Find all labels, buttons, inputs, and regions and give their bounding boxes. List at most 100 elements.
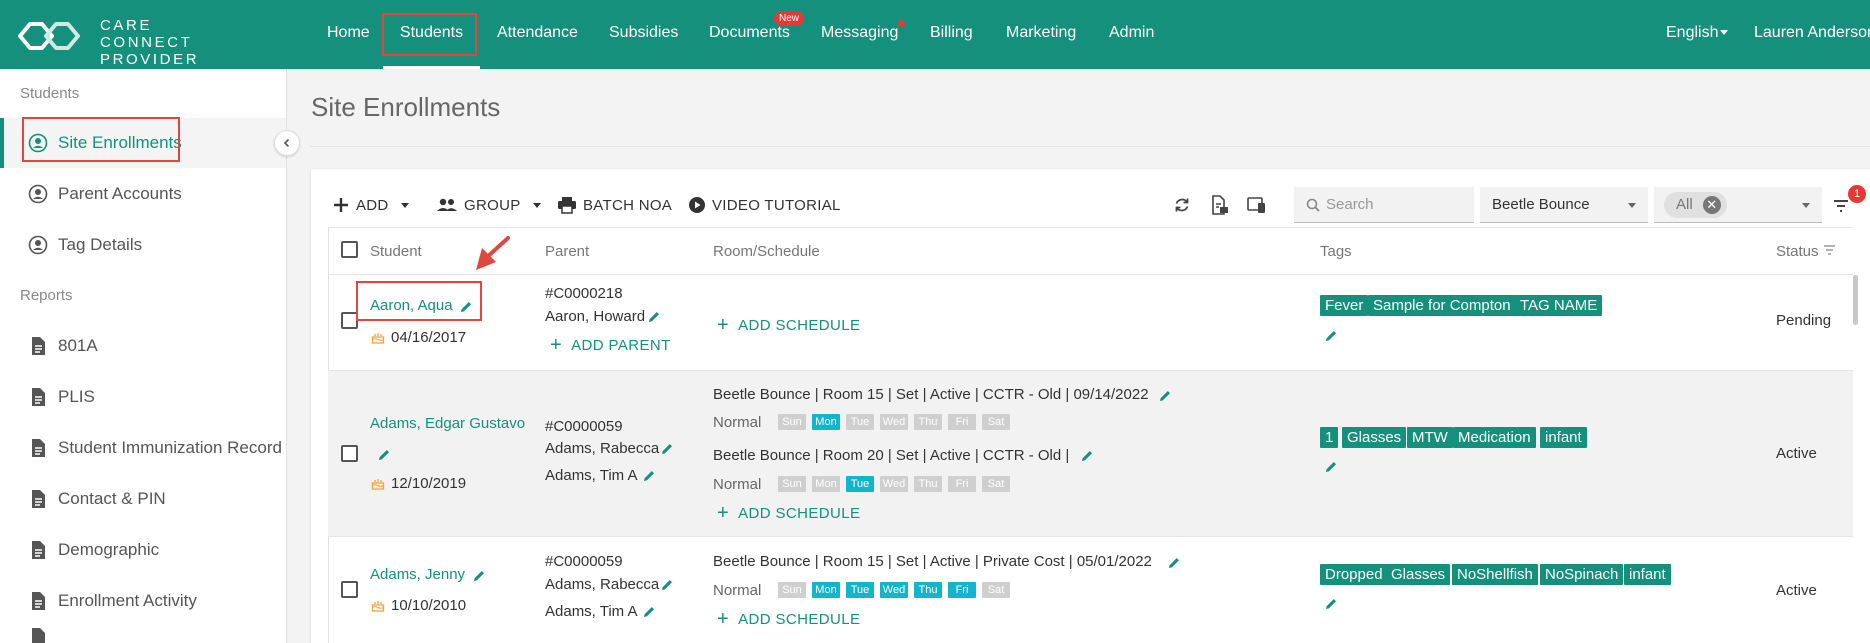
add-button[interactable]: ADD (332, 193, 409, 217)
nav-marketing[interactable]: Marketing (1006, 0, 1076, 69)
edit-pencil-icon[interactable] (459, 300, 473, 314)
edit-tags-pencil-icon[interactable] (1324, 460, 1338, 474)
search-field[interactable] (1294, 187, 1474, 223)
column-header-parent[interactable]: Parent (545, 243, 589, 260)
care-connect-logo[interactable]: CARE CONNECT PROVIDER (16, 14, 282, 68)
logo-mark-icon (18, 22, 80, 50)
student-dob: 04/16/2017 (391, 329, 467, 346)
add-schedule-button[interactable]: + ADD SCHEDULE (717, 609, 860, 629)
sidebar: Students Site Enrollments Parent Account… (0, 69, 287, 643)
sidebar-item-next[interactable] (0, 627, 286, 643)
weekday-chips: Sun Mon Tue Wed Thu Fri Sat (778, 476, 1016, 492)
user-menu[interactable]: Lauren Anderson (1754, 0, 1870, 69)
export-document-icon[interactable] (1209, 195, 1229, 215)
nav-subsidies[interactable]: Subsidies (609, 0, 678, 69)
sidebar-item-enrollment-activity[interactable]: Enrollment Activity (0, 576, 286, 626)
add-parent-button[interactable]: + ADD PARENT (550, 335, 671, 355)
edit-pencil-icon[interactable] (642, 469, 656, 483)
row-checkbox[interactable] (341, 581, 358, 598)
filter-list-icon[interactable] (1832, 197, 1850, 215)
edit-pencil-icon[interactable] (660, 578, 674, 592)
title-divider (310, 146, 1870, 147)
edit-pencil-icon[interactable] (642, 605, 656, 619)
edit-tags-pencil-icon[interactable] (1324, 329, 1338, 343)
student-name-link[interactable]: Aaron, Aqua (370, 297, 453, 314)
status-text: Pending (1776, 312, 1832, 329)
nav-home[interactable]: Home (327, 0, 370, 69)
student-name-link[interactable]: Adams, Edgar Gustavo (370, 415, 525, 432)
sidebar-item-parent-accounts[interactable]: Parent Accounts (0, 169, 286, 219)
nav-attendance[interactable]: Attendance (497, 0, 578, 69)
person-circle-icon (28, 133, 48, 153)
edit-tags-pencil-icon[interactable] (1324, 597, 1338, 611)
column-header-tags[interactable]: Tags (1320, 243, 1352, 260)
add-schedule-button[interactable]: + ADD SCHEDULE (717, 315, 861, 335)
tag-chip: 1 (1320, 427, 1339, 448)
parent-name: Adams, Tim A (545, 467, 638, 484)
nav-billing[interactable]: Billing (930, 0, 973, 69)
column-header-status[interactable]: Status (1776, 243, 1819, 260)
sidebar-item-tag-details[interactable]: Tag Details (0, 220, 286, 270)
tag-chip: Sample for Compton (1368, 295, 1516, 316)
edit-pencil-icon[interactable] (377, 448, 391, 462)
sidebar-item-label: Parent Accounts (58, 184, 182, 203)
edit-pencil-icon[interactable] (647, 310, 661, 324)
sidebar-item-demographic[interactable]: Demographic (0, 525, 286, 575)
site-select[interactable]: Beetle Bounce (1480, 187, 1648, 223)
status-filter-select[interactable]: All ✕ (1654, 187, 1822, 223)
add-schedule-button[interactable]: + ADD SCHEDULE (717, 503, 861, 523)
document-icon (32, 388, 45, 406)
parent-name: Adams, Rabecca (545, 440, 660, 457)
tag-chip: Glasses (1342, 427, 1407, 448)
chevron-left-icon (283, 138, 290, 148)
row-checkbox[interactable] (341, 312, 358, 329)
birthday-cake-icon (371, 479, 385, 490)
add-schedule-label: ADD SCHEDULE (738, 505, 861, 522)
clear-chip-icon[interactable]: ✕ (1702, 195, 1721, 214)
collapse-sidebar-button[interactable] (274, 130, 300, 156)
day-chip-thu: Thu (914, 582, 942, 598)
sidebar-item-site-enrollments[interactable]: Site Enrollments (0, 118, 286, 168)
edit-pencil-icon[interactable] (472, 569, 486, 583)
search-input[interactable] (1326, 196, 1466, 213)
column-header-student[interactable]: Student (370, 243, 422, 260)
student-name-link[interactable]: Adams, Jenny (370, 566, 465, 583)
column-filter-icon[interactable] (1823, 243, 1836, 256)
edit-pencil-icon[interactable] (1080, 449, 1094, 463)
add-schedule-label: ADD SCHEDULE (738, 317, 861, 334)
day-chip-wed: Wed (880, 476, 908, 492)
tag-chip: MTW (1407, 427, 1453, 448)
edit-pencil-icon[interactable] (660, 442, 674, 456)
language-select[interactable]: English (1666, 0, 1718, 69)
nav-messaging[interactable]: Messaging (821, 0, 898, 69)
nav-students[interactable]: Students (383, 0, 480, 69)
nav-documents[interactable]: Documents (709, 0, 790, 69)
nav-admin[interactable]: Admin (1109, 0, 1154, 69)
logo-text-line2: CONNECT PROVIDER (100, 34, 200, 68)
schedule-mode: Normal (713, 582, 762, 599)
sidebar-item-label: Enrollment Activity (58, 591, 197, 610)
row-checkbox[interactable] (341, 445, 358, 462)
birthday-cake-icon (371, 601, 385, 612)
video-tutorial-button[interactable]: VIDEO TUTORIAL (688, 193, 841, 217)
sidebar-item-801a[interactable]: 801A (0, 321, 286, 371)
caret-down-icon (1720, 30, 1728, 35)
parent-name: Aaron, Howard (545, 308, 646, 325)
day-chip-tue: Tue (846, 582, 874, 598)
sidebar-item-student-immunization-record[interactable]: Student Immunization Record (0, 423, 286, 473)
refresh-icon[interactable] (1172, 195, 1192, 215)
batch-noa-button[interactable]: BATCH NOA (557, 193, 672, 217)
edit-pencil-icon[interactable] (1158, 389, 1172, 403)
row-rule (328, 370, 1853, 371)
group-button[interactable]: GROUP (436, 193, 541, 217)
sidebar-item-plis[interactable]: PLIS (0, 372, 286, 422)
table-scrollbar[interactable] (1853, 275, 1858, 325)
document-icon (32, 541, 45, 559)
column-header-room-schedule[interactable]: Room/Schedule (713, 243, 820, 260)
sidebar-item-contact-pin[interactable]: Contact & PIN (0, 474, 286, 524)
device-settings-icon[interactable] (1247, 195, 1267, 215)
select-all-checkbox[interactable] (341, 241, 358, 258)
edit-pencil-icon[interactable] (1167, 556, 1181, 570)
caret-down-icon (1802, 203, 1810, 208)
sidebar-item-label: 801A (58, 336, 98, 355)
